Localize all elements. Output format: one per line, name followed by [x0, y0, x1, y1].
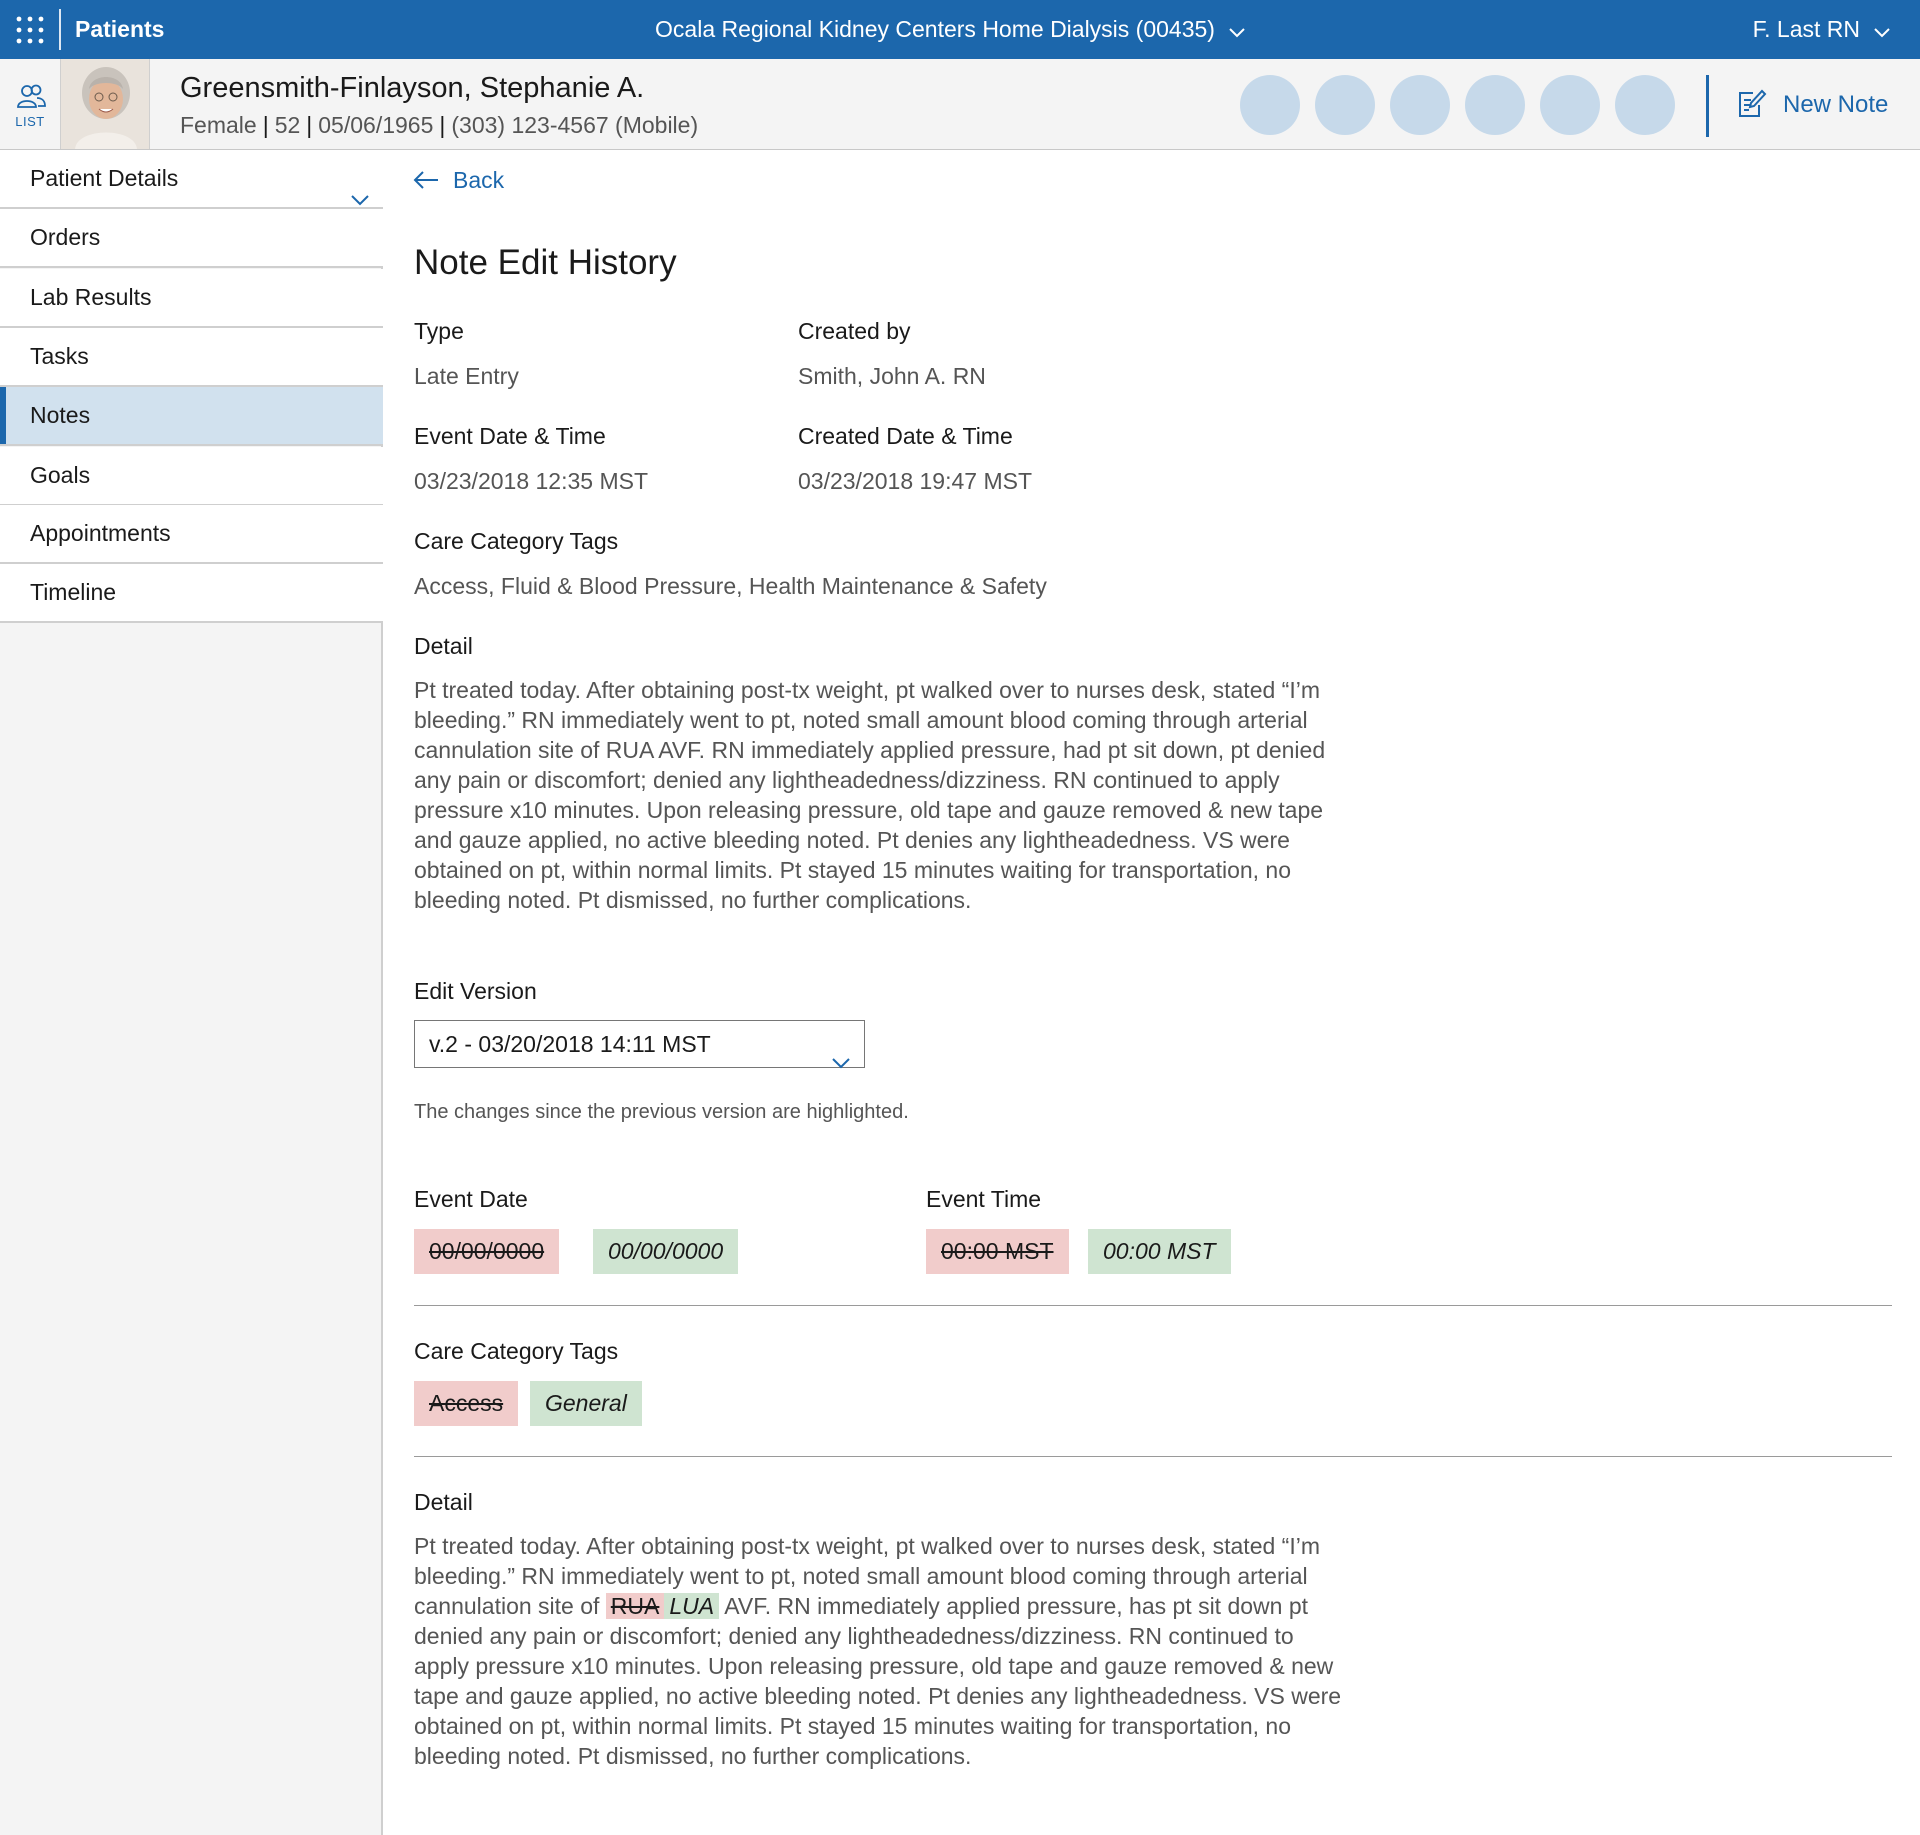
care-tag-old: Access — [414, 1381, 519, 1426]
sidebar-item-label: Patient Details — [30, 165, 179, 191]
sidebar-item-label: Goals — [30, 462, 91, 488]
page-title: Note Edit History — [414, 243, 677, 282]
divider — [414, 1305, 1892, 1306]
care-tag-new: General — [530, 1381, 642, 1426]
type-label: Type — [414, 318, 464, 344]
topbar-divider — [59, 9, 61, 50]
quick-action-5[interactable] — [1540, 75, 1600, 135]
edit-note-icon — [1739, 89, 1767, 117]
created-by-label: Created by — [798, 318, 911, 344]
care-tags-label: Care Category Tags — [414, 528, 619, 554]
arrow-left-icon — [413, 171, 438, 189]
sidebar: Patient Details Orders Lab Results Tasks… — [0, 150, 383, 1835]
patient-header: LIST Greensmith-Finlayson, Stephanie A. … — [0, 59, 1920, 150]
sidebar-item-goals[interactable]: Goals — [0, 447, 383, 506]
sidebar-item-orders[interactable]: Orders — [0, 209, 383, 268]
top-bar: Patients Ocala Regional Kidney Centers H… — [0, 0, 1920, 59]
edit-version-label: Edit Version — [414, 978, 537, 1004]
event-date-new: 00/00/0000 — [593, 1229, 739, 1274]
sidebar-item-label: Tasks — [30, 343, 89, 369]
main-content: Back Note Edit History Type Late Entry C… — [385, 150, 1920, 1835]
patient-phone: (303) 123-4567 (Mobile) — [451, 112, 699, 138]
new-note-label: New Note — [1783, 91, 1889, 118]
chevron-down-icon — [832, 1038, 850, 1084]
quick-action-1[interactable] — [1240, 75, 1300, 135]
edit-detail-label: Detail — [414, 1489, 473, 1515]
facility-name: Ocala Regional Kidney Centers Home Dialy… — [655, 16, 1215, 42]
edit-version-select[interactable]: v.2 - 03/20/2018 14:11 MST — [414, 1020, 865, 1069]
facility-selector[interactable]: Ocala Regional Kidney Centers Home Dialy… — [600, 15, 1300, 45]
detail-label: Detail — [414, 633, 473, 659]
event-datetime-label: Event Date & Time — [414, 423, 606, 449]
app-title[interactable]: Patients — [75, 15, 164, 44]
sidebar-item-timeline[interactable]: Timeline — [0, 564, 383, 623]
type-value: Late Entry — [414, 363, 519, 389]
patient-avatar — [60, 59, 150, 149]
header-divider — [1706, 75, 1709, 137]
sidebar-item-tasks[interactable]: Tasks — [0, 328, 383, 387]
sidebar-item-label: Timeline — [30, 579, 117, 605]
event-time-old: 00:00 MST — [926, 1229, 1069, 1274]
detail-deleted-text: RUA — [605, 1593, 665, 1619]
quick-action-6[interactable] — [1615, 75, 1675, 135]
patient-age: 52 — [274, 112, 301, 138]
user-menu[interactable]: F. Last RN — [1753, 15, 1890, 45]
back-label: Back — [453, 167, 505, 193]
patient-dob: 05/06/1965 — [318, 112, 434, 138]
divider — [414, 1456, 1892, 1457]
detail-inserted-text: LUA — [664, 1593, 720, 1619]
created-datetime-label: Created Date & Time — [798, 423, 1013, 449]
patient-name: Greensmith-Finlayson, Stephanie A. — [180, 72, 645, 104]
care-tags-value: Access, Fluid & Blood Pressure, Health M… — [414, 573, 1047, 599]
edit-care-tags-label: Care Category Tags — [414, 1338, 619, 1364]
app-launcher-grid-icon[interactable] — [14, 14, 46, 46]
chevron-down-icon — [1874, 16, 1890, 45]
created-datetime-value: 03/23/2018 19:47 MST — [798, 468, 1032, 494]
sidebar-item-appointments[interactable]: Appointments — [0, 505, 383, 564]
event-time-new: 00:00 MST — [1088, 1229, 1231, 1274]
edit-detail-text: Pt treated today. After obtaining post-t… — [414, 1531, 1354, 1771]
detail-text-after: AVF. RN immediately applied pressure, ha… — [414, 1593, 1342, 1769]
event-time-label: Event Time — [926, 1186, 1042, 1212]
quick-action-2[interactable] — [1315, 75, 1375, 135]
detail-text: Pt treated today. After obtaining post-t… — [414, 677, 1326, 913]
event-datetime-value: 03/23/2018 12:35 MST — [414, 468, 648, 494]
patient-demographics: Female | 52 | 05/06/1965 | (303) 123-4567 (Mob… — [180, 112, 699, 138]
quick-action-3[interactable] — [1390, 75, 1450, 135]
event-date-label: Event Date — [414, 1186, 528, 1212]
chevron-down-icon — [1229, 16, 1245, 45]
sidebar-item-label: Lab Results — [30, 284, 152, 310]
sidebar-item-label: Orders — [30, 224, 101, 250]
list-label: LIST — [15, 114, 45, 129]
users-icon — [17, 84, 46, 108]
user-name: F. Last RN — [1752, 16, 1860, 42]
quick-action-4[interactable] — [1465, 75, 1525, 135]
patient-sex: Female — [180, 112, 257, 138]
sidebar-item-label: Appointments — [30, 520, 171, 546]
patient-list-button[interactable]: LIST — [0, 59, 60, 149]
sidebar-item-notes[interactable]: Notes — [0, 387, 383, 446]
sidebar-item-lab-results[interactable]: Lab Results — [0, 269, 383, 328]
sidebar-item-patient-details[interactable]: Patient Details — [0, 150, 383, 209]
sidebar-item-label: Notes — [30, 402, 91, 428]
changes-hint: The changes since the previous version a… — [414, 1101, 909, 1123]
event-date-old: 00/00/0000 — [414, 1229, 560, 1274]
created-by-value: Smith, John A. RN — [798, 363, 986, 389]
edit-version-value: v.2 - 03/20/2018 14:11 MST — [429, 1031, 711, 1057]
